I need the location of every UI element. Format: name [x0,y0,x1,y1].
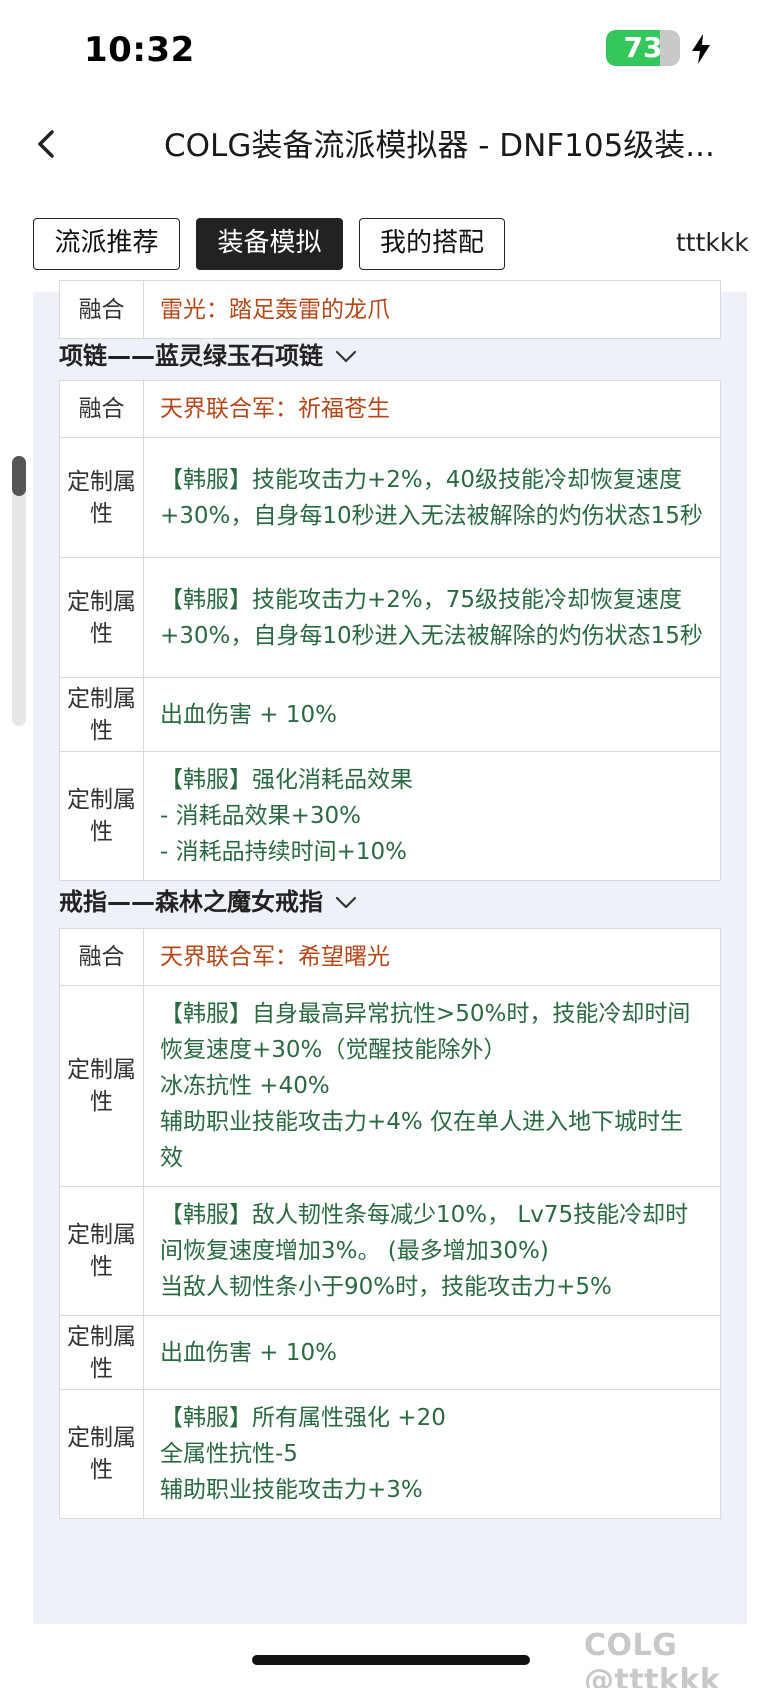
table-row: 定制属性 【韩服】技能攻击力+2%，40级技能冷却恢复速度+30%，自身每10秒… [59,437,721,558]
chevron-down-icon[interactable] [335,350,357,364]
ring-title: 戒指——森林之魔女戒指 [59,888,323,916]
attribute-line: 当敌人韧性条小于90%时，技能攻击力+5% [160,1274,612,1300]
table-row: 定制属性 【韩服】敌人韧性条每减少10%， Lv75技能冷却时间恢复速度增加3%… [59,1186,721,1316]
attribute-line: 【韩服】强化消耗品效果 [160,767,413,793]
row-label: 融合 [59,380,144,438]
table-row: 融合 天界联合军：祈福苍生 [59,380,721,438]
row-label: 定制属性 [59,1389,144,1519]
row-label: 定制属性 [59,437,144,558]
ring-section-header[interactable]: 戒指——森林之魔女戒指 [59,882,357,922]
table-row: 定制属性 【韩服】技能攻击力+2%，75级技能冷却恢复速度+30%，自身每10秒… [59,557,721,678]
charging-bolt-icon [692,34,710,64]
table-row: 融合 雷光：踏足轰雷的龙爪 [59,280,721,339]
row-label: 定制属性 [59,677,144,752]
necklace-title: 项链——蓝灵绿玉石项链 [59,342,323,370]
custom-attribute-value: 【韩服】技能攻击力+2%，40级技能冷却恢复速度+30%，自身每10秒进入无法被… [143,437,721,558]
row-label: 定制属性 [59,1186,144,1316]
table-row: 融合 天界联合军：希望曙光 [59,928,721,986]
tab-my-builds[interactable]: 我的搭配 [359,218,505,270]
ring-table: 融合 天界联合军：希望曙光 定制属性 【韩服】自身最高异常抗性>50%时，技能冷… [59,928,721,1519]
navigation-bar: COLG装备流派模拟器 - DNF105级装... [0,100,780,200]
attribute-line: 辅助职业技能攻击力+3% [160,1477,423,1503]
tab-equipment-simulate[interactable]: 装备模拟 [196,218,343,270]
necklace-table: 融合 天界联合军：祈福苍生 定制属性 【韩服】技能攻击力+2%，40级技能冷却恢… [59,380,721,881]
home-indicator[interactable] [252,1655,530,1665]
tab-build-recommend[interactable]: 流派推荐 [33,218,180,270]
row-label: 定制属性 [59,985,144,1187]
user-name[interactable]: tttkkk [676,228,749,257]
attribute-line: - 消耗品持续时间+10% [160,839,408,865]
fusion-value: 天界联合军：祈福苍生 [143,380,721,438]
table-row: 定制属性 【韩服】所有属性强化 +20 全属性抗性-5 辅助职业技能攻击力+3% [59,1389,721,1519]
status-bar: 10:32 73 [0,0,780,100]
chevron-down-icon[interactable] [335,896,357,910]
attribute-line: 【韩服】自身最高异常抗性>50%时，技能冷却时间恢复速度+30%（觉醒技能除外） [160,1001,691,1063]
watermark: COLG @tttkkk [584,1628,721,1688]
row-label: 定制属性 [59,1315,144,1390]
custom-attribute-value: 【韩服】技能攻击力+2%，75级技能冷却恢复速度+30%，自身每10秒进入无法被… [143,557,721,678]
back-chevron-icon[interactable] [32,124,62,164]
attribute-line: 【韩服】所有属性强化 +20 [160,1405,446,1431]
attribute-line: 冰冻抗性 +40% [160,1073,330,1099]
custom-attribute-value: 【韩服】所有属性强化 +20 全属性抗性-5 辅助职业技能攻击力+3% [143,1389,721,1519]
previous-equipment-table: 融合 雷光：踏足轰雷的龙爪 [59,280,721,339]
table-row: 定制属性 出血伤害 + 10% [59,677,721,752]
tab-bar: 流派推荐 装备模拟 我的搭配 tttkkk [0,218,780,274]
attribute-line: - 消耗品效果+30% [160,803,362,829]
scroll-thumb[interactable] [12,456,26,496]
row-label: 融合 [59,280,144,339]
row-label: 融合 [59,928,144,986]
row-label: 定制属性 [59,751,144,881]
fusion-value: 天界联合军：希望曙光 [143,928,721,986]
custom-attribute-value: 【韩服】强化消耗品效果 - 消耗品效果+30% - 消耗品持续时间+10% [143,751,721,881]
necklace-section-header[interactable]: 项链——蓝灵绿玉石项链 [59,336,357,376]
attribute-line: 辅助职业技能攻击力+4% 仅在单人进入地下城时生效 [160,1109,684,1171]
table-row: 定制属性 【韩服】自身最高异常抗性>50%时，技能冷却时间恢复速度+30%（觉醒… [59,985,721,1187]
scrollbar[interactable] [12,456,26,726]
custom-attribute-value: 出血伤害 + 10% [143,677,721,752]
equipment-panel: 融合 雷光：踏足轰雷的龙爪 项链——蓝灵绿玉石项链 融合 天界联合军：祈福苍生 … [33,280,747,1624]
fusion-value: 雷光：踏足轰雷的龙爪 [143,280,721,339]
custom-attribute-value: 【韩服】自身最高异常抗性>50%时，技能冷却时间恢复速度+30%（觉醒技能除外）… [143,985,721,1187]
table-row: 定制属性 【韩服】强化消耗品效果 - 消耗品效果+30% - 消耗品持续时间+1… [59,751,721,881]
page-title: COLG装备流派模拟器 - DNF105级装... [164,128,715,164]
battery-icon: 73 [606,30,680,66]
custom-attribute-value: 出血伤害 + 10% [143,1315,721,1390]
table-row: 定制属性 出血伤害 + 10% [59,1315,721,1390]
battery-percent: 73 [623,31,663,64]
attribute-line: 全属性抗性-5 [160,1441,298,1467]
status-time: 10:32 [84,30,195,70]
attribute-line: 【韩服】敌人韧性条每减少10%， Lv75技能冷却时间恢复速度增加3%。 (最多… [160,1202,689,1264]
row-label: 定制属性 [59,557,144,678]
custom-attribute-value: 【韩服】敌人韧性条每减少10%， Lv75技能冷却时间恢复速度增加3%。 (最多… [143,1186,721,1316]
